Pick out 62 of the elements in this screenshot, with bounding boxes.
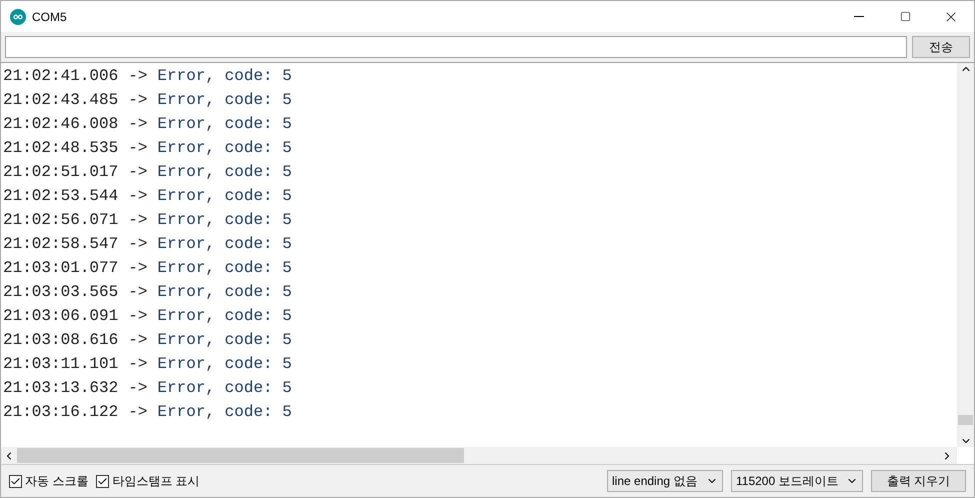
- log-message: Error, code: 5: [157, 186, 292, 207]
- timestamp: 21:02:53.544: [3, 186, 118, 207]
- timestamp: 21:02:46.008: [3, 114, 118, 135]
- vertical-scrollbar[interactable]: [957, 63, 974, 447]
- log-message: Error, code: 5: [157, 138, 292, 159]
- timestamp: 21:03:06.091: [3, 306, 118, 327]
- arrow-text: ->: [128, 90, 148, 111]
- timestamp: 21:02:48.535: [3, 138, 118, 159]
- app-logo-icon: [10, 8, 26, 24]
- arrow-text: ->: [128, 402, 148, 423]
- checkbox-label: 타임스탬프 표시: [112, 473, 200, 490]
- log-message: Error, code: 5: [157, 306, 292, 327]
- arrow-text: ->: [128, 282, 148, 303]
- log-message: Error, code: 5: [157, 378, 292, 399]
- checkbox[interactable]: [9, 474, 22, 488]
- checkbox[interactable]: [96, 474, 110, 488]
- timestamp: 21:02:41.006: [3, 66, 118, 87]
- timestamp: 21:02:58.547: [3, 234, 118, 255]
- window-title: COM5: [32, 8, 67, 26]
- timestamp: 21:02:56.071: [3, 210, 118, 231]
- log-message: Error, code: 5: [157, 354, 292, 375]
- log-message: Error, code: 5: [157, 282, 292, 303]
- minimize-icon: [854, 16, 864, 17]
- log-message: Error, code: 5: [157, 114, 292, 135]
- arrow-text: ->: [128, 306, 148, 327]
- timestamp: 21:03:16.122: [3, 402, 118, 423]
- log-message: Error, code: 5: [157, 66, 292, 87]
- scroll-thumb[interactable]: [17, 448, 464, 463]
- timestamp: 21:03:01.077: [3, 258, 118, 279]
- arrow-text: ->: [128, 114, 148, 135]
- timestamp: 21:03:11.101: [3, 354, 118, 375]
- log-message: Error, code: 5: [157, 234, 292, 255]
- arrow-text: ->: [128, 66, 148, 87]
- send-button[interactable]: 전송: [912, 36, 970, 58]
- maximize-icon: [900, 11, 910, 22]
- horizontal-scrollbar[interactable]: [1, 447, 957, 464]
- log-message: Error, code: 5: [157, 210, 292, 231]
- arrow-text: ->: [128, 186, 148, 207]
- scroll-thumb[interactable]: [958, 415, 973, 425]
- send-input-field[interactable]: [5, 36, 907, 58]
- arrow-text: ->: [128, 162, 148, 183]
- baud-rate-dropdown[interactable]: 115200 보드레이트: [731, 470, 863, 492]
- arrow-text: ->: [128, 378, 148, 399]
- log-message: Error, code: 5: [157, 258, 292, 279]
- checkbox-label: 자동 스크롤: [25, 473, 88, 490]
- log-message: Error, code: 5: [157, 162, 292, 183]
- arrow-text: ->: [128, 330, 148, 351]
- timestamp: 21:02:43.485: [3, 90, 118, 111]
- clear-output-button[interactable]: 출력 지우기: [871, 470, 966, 492]
- timestamp: 21:02:51.017: [3, 162, 118, 183]
- line-ending-dropdown[interactable]: line ending 없음: [607, 470, 723, 492]
- log-message: Error, code: 5: [157, 90, 292, 111]
- timestamp: 21:03:13.632: [3, 378, 118, 399]
- arrow-text: ->: [128, 234, 148, 255]
- log-message: Error, code: 5: [157, 330, 292, 351]
- arrow-text: ->: [128, 258, 148, 279]
- timestamp: 21:03:03.565: [3, 282, 118, 303]
- log-message: Error, code: 5: [157, 402, 292, 423]
- arrow-text: ->: [128, 138, 148, 159]
- arrow-text: ->: [128, 210, 148, 231]
- arrow-text: ->: [128, 354, 148, 375]
- timestamp: 21:03:08.616: [3, 330, 118, 351]
